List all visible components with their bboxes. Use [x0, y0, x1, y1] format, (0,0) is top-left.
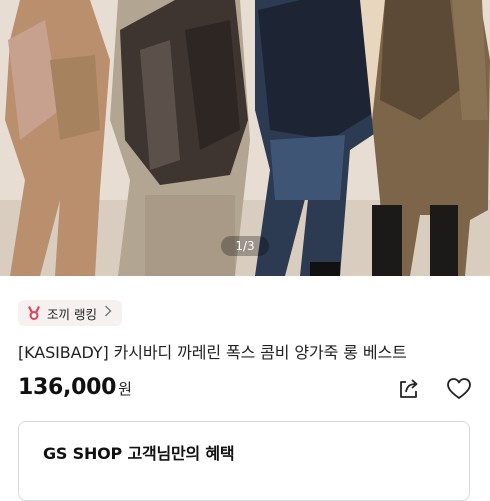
product-title: [KASIBADY] 카시바디 까레린 폭스 콤비 양가죽 롱 베스트 — [18, 343, 407, 362]
share-icon — [400, 379, 418, 398]
slide-counter: 1/3 — [221, 236, 269, 256]
product-image-carousel[interactable]: 1/3 — [0, 0, 490, 276]
ranking-badge[interactable]: 조끼 랭킹 — [18, 300, 122, 326]
chevron-right-icon — [104, 305, 112, 321]
member-benefit-panel[interactable]: GS SHOP 고객님만의 혜택 — [18, 421, 470, 501]
share-button[interactable] — [396, 377, 420, 401]
ranking-badge-label: 조끼 랭킹 — [47, 306, 97, 322]
currency-label: 원 — [118, 380, 132, 398]
product-price: 136,000 — [18, 375, 117, 400]
benefit-title: GS SHOP 고객님만의 혜택 — [43, 444, 235, 463]
medal-icon — [26, 305, 42, 321]
price-row: 136,000 원 — [18, 375, 132, 400]
heart-icon — [447, 378, 471, 399]
product-photo — [0, 0, 490, 276]
wishlist-button[interactable] — [446, 377, 472, 401]
